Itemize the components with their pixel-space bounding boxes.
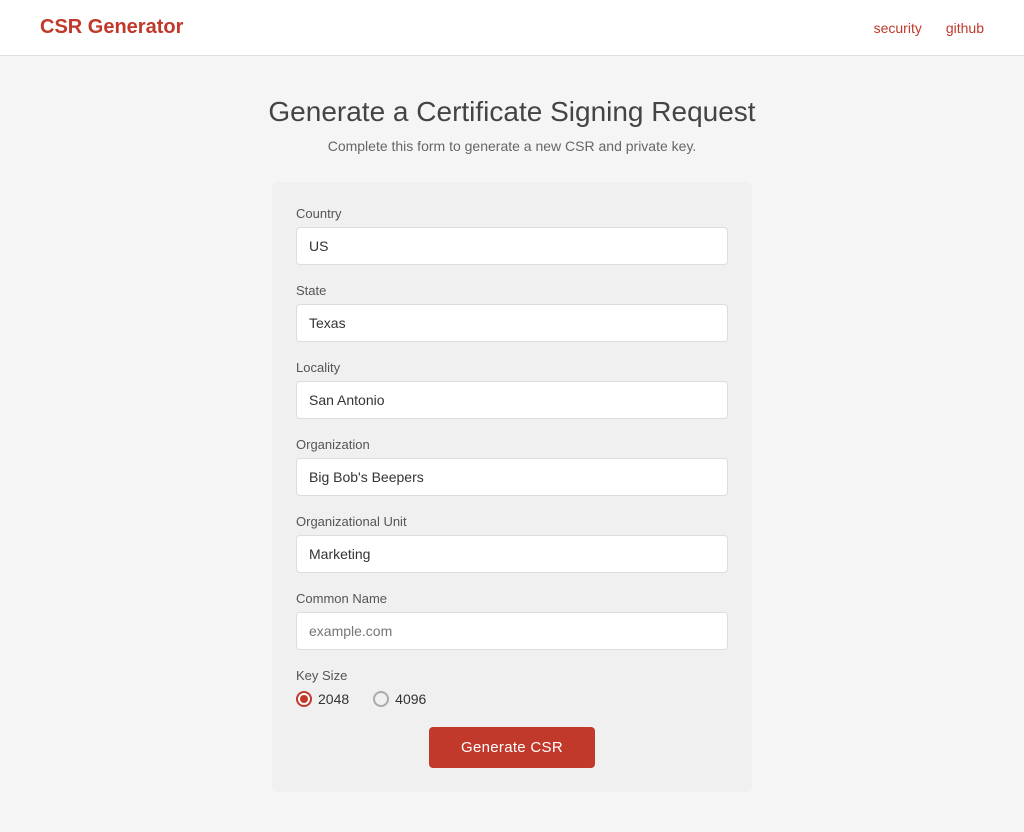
country-group: Country — [296, 206, 728, 265]
org-unit-input[interactable] — [296, 535, 728, 573]
country-input[interactable] — [296, 227, 728, 265]
radio-4096-label: 4096 — [395, 691, 426, 707]
radio-2048-option[interactable]: 2048 — [296, 691, 349, 707]
common-name-group: Common Name — [296, 591, 728, 650]
security-link[interactable]: security — [874, 20, 922, 36]
radio-options: 2048 4096 — [296, 691, 728, 707]
organization-label: Organization — [296, 437, 728, 452]
radio-4096-input[interactable] — [373, 691, 389, 707]
logo[interactable]: CSR Generator — [40, 16, 183, 39]
github-link[interactable]: github — [946, 20, 984, 36]
common-name-label: Common Name — [296, 591, 728, 606]
radio-2048-label: 2048 — [318, 691, 349, 707]
main-content: Generate a Certificate Signing Request C… — [0, 56, 1024, 832]
radio-2048-input[interactable] — [296, 691, 312, 707]
locality-group: Locality — [296, 360, 728, 419]
header-nav: security github — [874, 20, 984, 36]
key-size-group: Key Size 2048 4096 — [296, 668, 728, 707]
state-input[interactable] — [296, 304, 728, 342]
key-size-label: Key Size — [296, 668, 728, 683]
organization-input[interactable] — [296, 458, 728, 496]
form-card: Country State Locality Organization Orga… — [272, 182, 752, 792]
organization-group: Organization — [296, 437, 728, 496]
locality-input[interactable] — [296, 381, 728, 419]
submit-area: Generate CSR — [296, 727, 728, 768]
locality-label: Locality — [296, 360, 728, 375]
state-group: State — [296, 283, 728, 342]
page-title: Generate a Certificate Signing Request — [268, 96, 755, 128]
page-subtitle: Complete this form to generate a new CSR… — [328, 138, 697, 154]
state-label: State — [296, 283, 728, 298]
radio-4096-option[interactable]: 4096 — [373, 691, 426, 707]
generate-csr-button[interactable]: Generate CSR — [429, 727, 595, 768]
org-unit-group: Organizational Unit — [296, 514, 728, 573]
site-header: CSR Generator security github — [0, 0, 1024, 56]
common-name-input[interactable] — [296, 612, 728, 650]
country-label: Country — [296, 206, 728, 221]
org-unit-label: Organizational Unit — [296, 514, 728, 529]
